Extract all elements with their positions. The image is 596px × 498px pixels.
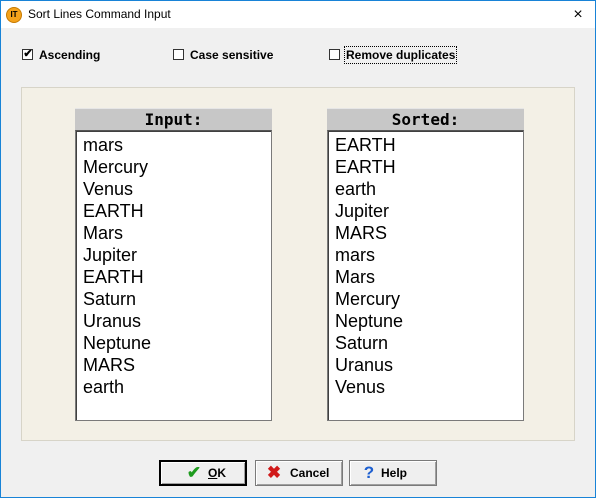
help-button[interactable]: ? Help <box>349 460 437 486</box>
close-icon: × <box>573 6 583 23</box>
cancel-x-icon: ✖ <box>266 463 282 482</box>
ok-label-mnemonic: O <box>208 466 218 480</box>
cancel-button[interactable]: ✖ Cancel <box>255 460 343 486</box>
close-button[interactable]: × <box>561 1 595 28</box>
ok-button-label: OK <box>208 462 226 484</box>
ok-label-rest: K <box>217 466 227 480</box>
input-items: mars Mercury Venus EARTH Mars Jupiter EARTH Sat… <box>76 131 271 398</box>
sorted-list-item[interactable]: EARTH <box>335 156 523 178</box>
help-button-label: Help <box>381 466 408 480</box>
input-list-body[interactable]: mars Mercury Venus EARTH Mars Jupiter EARTH Sat… <box>75 130 272 421</box>
ascending-label: Ascending <box>39 48 101 62</box>
input-list-item[interactable]: Venus <box>83 178 271 200</box>
sorted-list-item[interactable]: EARTH <box>335 134 523 156</box>
input-list-item[interactable]: Neptune <box>83 332 271 354</box>
app-icon: IT <box>6 7 22 23</box>
title-bar: IT Sort Lines Command Input × <box>1 1 595 28</box>
sorted-list-item[interactable]: Venus <box>335 376 523 398</box>
lists-panel: Input: mars Mercury Venus EARTH Mars Jupiter E… <box>21 87 575 441</box>
ascending-checkbox-box[interactable]: ✔ <box>22 48 33 60</box>
input-list-item[interactable]: MARS <box>83 354 271 376</box>
cancel-button-label: Cancel <box>290 466 330 480</box>
sorted-list-item[interactable]: Mercury <box>335 288 523 310</box>
sorted-list-body[interactable]: EARTH EARTH earth Jupiter MARS mars Mars Mercur… <box>327 130 524 421</box>
input-list-item[interactable]: EARTH <box>83 266 271 288</box>
input-list-item[interactable]: mars <box>83 134 271 156</box>
input-list-header: Input: <box>75 108 272 130</box>
sorted-items: EARTH EARTH earth Jupiter MARS mars Mars Mercur… <box>328 131 523 398</box>
sorted-list-header: Sorted: <box>327 108 524 130</box>
check-icon: ✔ <box>23 48 33 60</box>
sorted-list-item[interactable]: Neptune <box>335 310 523 332</box>
sorted-list-item[interactable]: earth <box>335 178 523 200</box>
input-list-item[interactable]: Mercury <box>83 156 271 178</box>
sorted-list-item[interactable]: Mars <box>335 266 523 288</box>
checkmark-icon: ✔ <box>186 463 202 482</box>
input-list-item[interactable]: Jupiter <box>83 244 271 266</box>
sorted-list-item[interactable]: Saturn <box>335 332 523 354</box>
input-listbox[interactable]: Input: mars Mercury Venus EARTH Mars Jupiter E… <box>75 108 272 421</box>
sorted-list-item[interactable]: mars <box>335 244 523 266</box>
sorted-listbox[interactable]: Sorted: EARTH EARTH earth Jupiter MARS mars Ma… <box>327 108 524 421</box>
input-list-item[interactable]: Uranus <box>83 310 271 332</box>
sorted-list-item[interactable]: Jupiter <box>335 200 523 222</box>
input-list-item[interactable]: Mars <box>83 222 271 244</box>
input-list-item[interactable]: earth <box>83 376 271 398</box>
input-list-item[interactable]: Saturn <box>83 288 271 310</box>
case-sensitive-label: Case sensitive <box>190 48 274 62</box>
sorted-list-item[interactable]: MARS <box>335 222 523 244</box>
remove-duplicates-label: Remove duplicates <box>343 46 458 64</box>
input-list-item[interactable]: EARTH <box>83 200 271 222</box>
case-sensitive-checkbox-box[interactable] <box>173 49 184 60</box>
window-title: Sort Lines Command Input <box>28 7 171 21</box>
dialog-window: IT Sort Lines Command Input × ✔ Ascendin… <box>0 0 596 498</box>
sorted-list-item[interactable]: Uranus <box>335 354 523 376</box>
ok-button[interactable]: ✔ OK <box>159 460 247 486</box>
remove-duplicates-checkbox-box[interactable] <box>329 49 340 60</box>
help-question-icon: ? <box>363 463 375 482</box>
